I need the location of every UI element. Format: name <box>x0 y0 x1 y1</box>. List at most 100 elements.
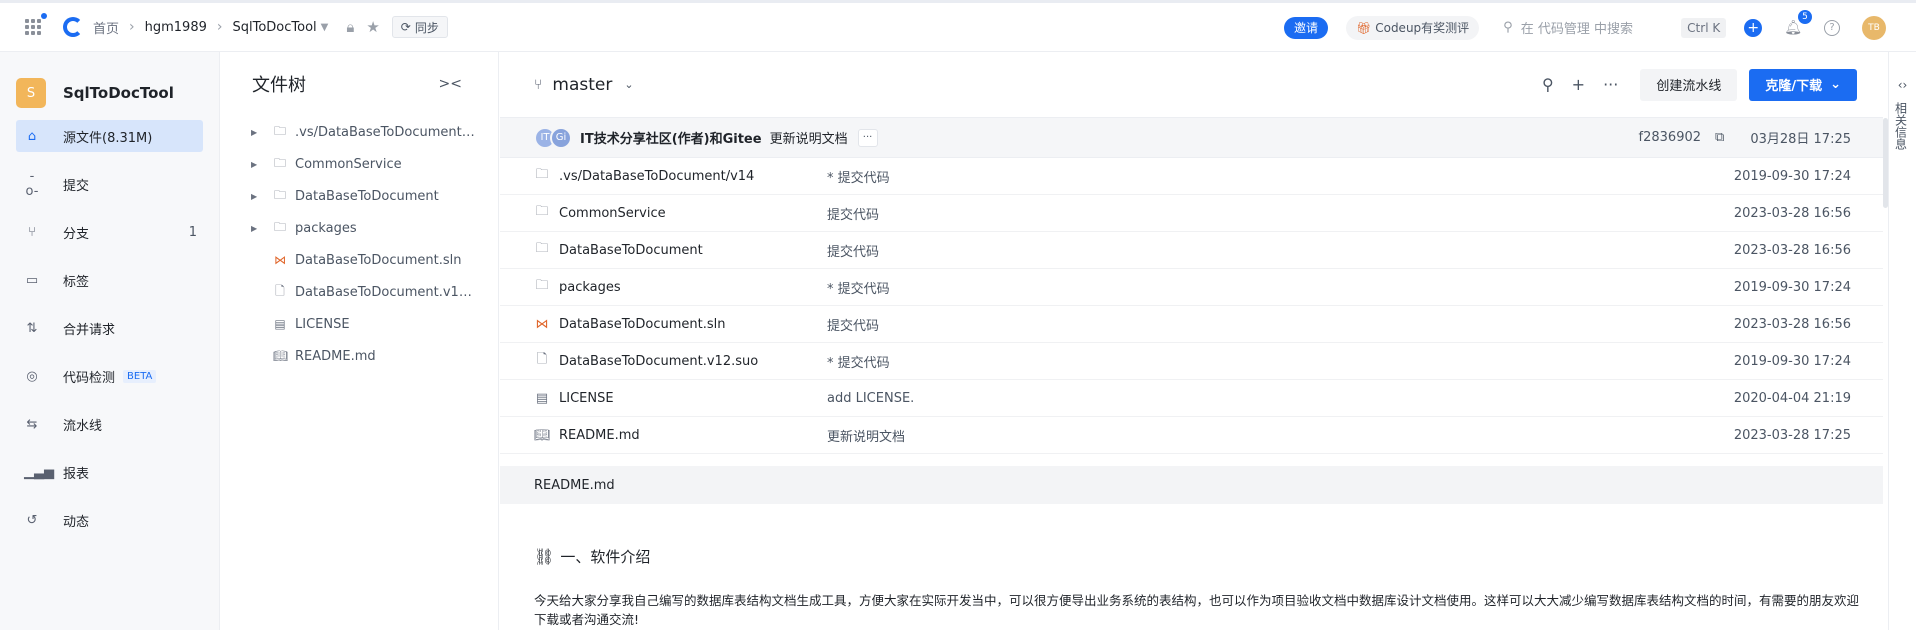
file-tree-title: 文件树 <box>252 75 306 96</box>
chevron-down-icon: ⌄ <box>1830 77 1841 92</box>
file-commit-message[interactable]: * 提交代码 <box>827 278 890 297</box>
copy-icon[interactable]: ⧉ <box>1715 130 1724 145</box>
expand-arrow-icon[interactable]: ▶ <box>251 128 263 137</box>
sidebar-item-label: 标签 <box>63 274 90 290</box>
link-icon[interactable]: ⛓ <box>534 547 554 566</box>
clone-download-button[interactable]: 克隆/下载 ⌄ <box>1749 68 1857 101</box>
create-pipeline-button[interactable]: 创建流水线 <box>1640 68 1738 101</box>
sidebar-item-label: 代码检测 <box>63 370 116 386</box>
tree-item[interactable]: ▤ LICENSE <box>220 308 498 340</box>
file-commit-message[interactable]: 更新说明文档 <box>827 426 905 445</box>
commit-more-button[interactable]: ··· <box>857 128 878 147</box>
codeup-logo-icon[interactable] <box>63 17 83 37</box>
table-row[interactable]: 🗀 .vs/DataBaseToDocument/v14 * 提交代码 2019… <box>500 158 1883 195</box>
lock-icon[interactable]: 🔒︎ <box>346 18 354 36</box>
related-info-label[interactable]: 相关信息 <box>1894 102 1910 150</box>
table-row[interactable]: 🗋 DataBaseToDocument.v12.suo * 提交代码 2019… <box>500 343 1883 380</box>
license-icon: ▤ <box>274 317 286 331</box>
help-icon[interactable]: ? <box>1824 19 1840 36</box>
search-icon[interactable]: ⚲ <box>1542 75 1554 94</box>
file-name[interactable]: DataBaseToDocument.sln <box>559 317 827 332</box>
sidebar-item-tags[interactable]: ▭ 标签 <box>16 264 203 296</box>
commit-hash[interactable]: f2836902 <box>1639 130 1701 145</box>
plus-icon[interactable]: + <box>1572 75 1585 94</box>
tree-item-label: DataBaseToDocument.v12.s... <box>295 284 475 300</box>
file-date: 2019-09-30 17:24 <box>1733 279 1851 295</box>
tree-item[interactable]: 📖︎ README.md <box>220 340 498 372</box>
tree-item[interactable]: ▶ 🗀 packages <box>220 212 498 244</box>
commit-message[interactable]: 更新说明文档 <box>770 128 848 147</box>
folder-icon: 🗀 <box>535 167 549 182</box>
tree-item[interactable]: 🗋 DataBaseToDocument.v12.s... <box>220 276 498 308</box>
table-row[interactable]: ⋈ DataBaseToDocument.sln 提交代码 2023-03-28… <box>500 306 1883 343</box>
tree-item[interactable]: ▶ 🗀 .vs/DataBaseToDocument/v... <box>220 116 498 148</box>
sync-button[interactable]: ⟳ 同步 <box>391 16 448 38</box>
file-commit-message[interactable]: add LICENSE. <box>827 391 914 406</box>
file-name[interactable]: DataBaseToDocument.v12.suo <box>559 354 827 369</box>
branch-selector[interactable]: master <box>552 75 612 95</box>
expand-arrow-icon[interactable]: ▶ <box>251 160 263 169</box>
sidebar-item-commits[interactable]: -o- 提交 <box>16 168 203 200</box>
clone-download-label: 克隆/下载 <box>1765 79 1823 94</box>
file-name[interactable]: LICENSE <box>559 391 827 406</box>
star-icon[interactable]: ★ <box>366 18 379 36</box>
caret-down-icon[interactable]: ▼ <box>321 22 329 33</box>
project-header[interactable]: S SqlToDocTool <box>0 52 219 116</box>
history-icon: ↺ <box>26 512 38 528</box>
breadcrumb-repo[interactable]: SqlToDocTool <box>232 20 316 35</box>
file-name[interactable]: README.md <box>559 428 827 443</box>
commit-date: 03月28日 17:25 <box>1750 132 1851 147</box>
breadcrumb-owner[interactable]: hgm1989 <box>145 20 207 35</box>
search-icon: ⚲ <box>1503 20 1513 35</box>
readme-heading: ⛓ 一、软件介绍 <box>534 546 1849 567</box>
sidebar-item-reports[interactable]: ▁▃▅ 报表 <box>16 456 203 488</box>
file-name[interactable]: packages <box>559 280 827 295</box>
sidebar-item-source[interactable]: ⌂ 源文件(8.31M) <box>16 120 203 152</box>
readme-heading-text: 一、软件介绍 <box>560 548 651 566</box>
bell-icon[interactable]: 🔔︎ 5 <box>1784 9 1812 36</box>
table-row[interactable]: ▤ LICENSE add LICENSE. 2020-04-04 21:19 <box>500 380 1883 417</box>
sidebar-item-branches[interactable]: ⑂ 分支 1 <box>16 216 203 248</box>
file-commit-message[interactable]: 提交代码 <box>827 241 879 260</box>
table-row[interactable]: 🗀 CommonService 提交代码 2023-03-28 16:56 <box>500 195 1883 232</box>
tree-item[interactable]: ⋈ DataBaseToDocument.sln <box>220 244 498 276</box>
file-name[interactable]: DataBaseToDocument <box>559 243 827 258</box>
search-input[interactable]: ⚲ 在 代码管理 中搜索 <box>1503 18 1681 37</box>
file-icon: 🗋 <box>275 283 285 298</box>
file-commit-message[interactable]: * 提交代码 <box>827 167 890 186</box>
sidebar-item-code-scan[interactable]: ◎ 代码检测 BETA <box>16 360 203 392</box>
sidebar-item-merge-requests[interactable]: ⇅ 合并请求 <box>16 312 203 344</box>
app-grid-icon[interactable] <box>25 13 47 35</box>
invite-button[interactable]: 邀请 <box>1283 16 1328 39</box>
project-name: SqlToDocTool <box>63 84 174 102</box>
commit-author[interactable]: IT技术分享社区(作者)和Gitee <box>580 128 762 147</box>
tree-item[interactable]: ▶ 🗀 CommonService <box>220 148 498 180</box>
create-plus-icon[interactable]: + <box>1744 18 1763 37</box>
more-icon[interactable]: ··· <box>1603 75 1618 94</box>
expand-arrow-icon[interactable]: ▶ <box>251 192 263 201</box>
file-tree-panel: 文件树 >< ▶ 🗀 .vs/DataBaseToDocument/v... ▶… <box>220 52 499 630</box>
expand-arrow-icon[interactable]: ▶ <box>251 224 263 233</box>
related-info-panel: ‹› 相关信息 <box>1888 52 1916 630</box>
license-icon: ▤ <box>535 390 549 406</box>
tag-icon: ▭ <box>25 272 39 288</box>
sidebar-item-activity[interactable]: ↺ 动态 <box>16 504 203 536</box>
codeup-review-button[interactable]: 🎁︎ Codeup有奖测评 <box>1345 15 1480 40</box>
file-commit-message[interactable]: 提交代码 <box>827 315 879 334</box>
file-name[interactable]: CommonService <box>559 206 827 221</box>
chevron-down-icon[interactable]: ⌄ <box>624 78 633 91</box>
tree-item[interactable]: ▶ 🗀 DataBaseToDocument <box>220 180 498 212</box>
expand-panel-icon[interactable]: ‹› <box>1889 78 1916 92</box>
file-commit-message[interactable]: * 提交代码 <box>827 352 890 371</box>
breadcrumb-home[interactable]: 首页 <box>93 18 119 37</box>
latest-commit-bar: IT Gi IT技术分享社区(作者)和Gitee 更新说明文档 ··· f283… <box>500 118 1883 158</box>
table-row[interactable]: 🗀 DataBaseToDocument 提交代码 2023-03-28 16:… <box>500 232 1883 269</box>
user-avatar[interactable]: TB <box>1862 15 1886 40</box>
sidebar-item-pipeline[interactable]: ⇆ 流水线 <box>16 408 203 440</box>
collapse-panel-icon[interactable]: >< <box>439 76 462 92</box>
file-name[interactable]: .vs/DataBaseToDocument/v14 <box>559 169 827 184</box>
table-row[interactable]: 📖︎ README.md 更新说明文档 2023-03-28 17:25 <box>500 417 1883 454</box>
file-commit-message[interactable]: 提交代码 <box>827 204 879 223</box>
scan-icon: ◎ <box>26 368 38 384</box>
table-row[interactable]: 🗀 packages * 提交代码 2019-09-30 17:24 <box>500 269 1883 306</box>
